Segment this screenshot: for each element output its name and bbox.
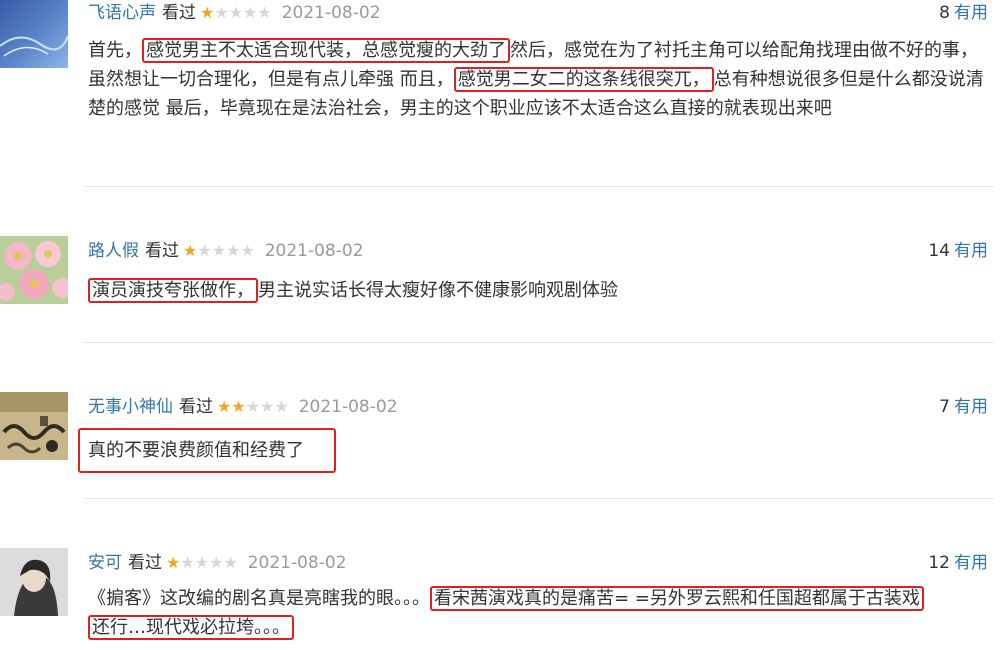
star-icon: ★ [226, 241, 241, 260]
watch-status: 看过 [162, 3, 196, 23]
review-meta: 飞语心声 看过 ★ ★ ★ ★ ★ 2021-08-02 [88, 0, 381, 26]
rating-stars: ★ ★ ★ ★ ★ [183, 238, 255, 264]
username-link[interactable]: 无事小神仙 [88, 394, 173, 420]
star-icon: ★ [194, 553, 210, 572]
star-icon: ★ [245, 397, 261, 416]
highlighted-text: 真的不要浪费颜值和经费了 [78, 428, 336, 473]
star-icon: ★ [183, 241, 198, 260]
star-icon: ★ [180, 553, 195, 572]
username-link[interactable]: 飞语心声 [88, 0, 156, 26]
avatar-image [0, 392, 68, 460]
useful-vote: 14 有用 [928, 238, 988, 264]
star-icon: ★ [240, 241, 255, 260]
rating-stars: ★ ★ ★ ★ ★ [166, 550, 238, 576]
divider [84, 342, 994, 343]
useful-count: 14 [928, 241, 950, 261]
highlighted-text: 还行…现代戏必拉垮。。。 [88, 615, 294, 640]
review-text-part: 首先， [88, 40, 142, 61]
star-icon: ★ [243, 3, 258, 22]
useful-vote: 8 有用 [939, 0, 988, 26]
useful-count: 7 [939, 397, 950, 417]
useful-vote: 7 有用 [939, 394, 988, 420]
highlighted-text: 感觉男主不太适合现代装，总感觉瘦的大劲了 [142, 38, 510, 63]
review-meta: 路人假 看过 ★ ★ ★ ★ ★ 2021-08-02 [88, 238, 364, 264]
avatar[interactable] [0, 548, 68, 616]
avatar[interactable] [0, 392, 68, 460]
star-icon: ★ [260, 397, 275, 416]
useful-button[interactable]: 有用 [954, 397, 988, 417]
rating-stars: ★ ★ ★ ★ ★ [200, 0, 272, 26]
username-link[interactable]: 安可 [88, 550, 122, 576]
review-date: 2021-08-02 [264, 241, 364, 261]
review-meta: 安可 看过 ★ ★ ★ ★ ★ 2021-08-02 [88, 550, 347, 576]
review-text-part: 男主说实话长得太瘦好像不健康影响观剧体验 [258, 280, 618, 301]
review-text: 首先， 感觉男主不太适合现代装，总感觉瘦的大劲了 然后，感觉在为了衬托主角可以给配角… [88, 36, 988, 123]
highlighted-text: 感觉男二女二的这条线很突兀， [453, 67, 714, 92]
watch-status: 看过 [128, 553, 162, 573]
rating-stars: ★ ★ ★ ★ ★ [217, 394, 289, 420]
review-text: 演员演技夸张做作， 男主说实话长得太瘦好像不健康影响观剧体验 [88, 276, 988, 305]
star-icon: ★ [231, 397, 246, 416]
star-icon: ★ [214, 3, 229, 22]
star-icon: ★ [274, 397, 289, 416]
review-date: 2021-08-02 [298, 397, 398, 417]
avatar-image [0, 548, 68, 616]
divider [84, 498, 994, 499]
divider [84, 186, 994, 187]
useful-count: 12 [928, 553, 950, 573]
star-icon: ★ [209, 553, 224, 572]
highlighted-text: 演员演技夸张做作， [88, 278, 258, 303]
review-text-part: 《掮客》这改编的剧名真是亮瞎我的眼。。。 [88, 588, 430, 609]
star-icon: ★ [197, 241, 212, 260]
useful-count: 8 [939, 3, 950, 23]
review-text: 真的不要浪费颜值和经费了 [78, 428, 988, 473]
useful-button[interactable]: 有用 [954, 241, 988, 261]
star-icon: ★ [223, 553, 238, 572]
useful-vote: 12 有用 [928, 550, 988, 576]
useful-button[interactable]: 有用 [954, 553, 988, 573]
review-text: 《掮客》这改编的剧名真是亮瞎我的眼。。。 看宋茜演戏真的是痛苦= =另外罗云熙和任… [88, 584, 988, 642]
star-icon: ★ [166, 553, 181, 572]
review-date: 2021-08-02 [247, 553, 347, 573]
watch-status: 看过 [145, 241, 179, 261]
star-icon: ★ [228, 3, 244, 22]
star-icon: ★ [257, 3, 272, 22]
review-date: 2021-08-02 [281, 3, 381, 23]
star-icon: ★ [211, 241, 227, 260]
useful-button[interactable]: 有用 [954, 3, 988, 23]
username-link[interactable]: 路人假 [88, 238, 139, 264]
star-icon: ★ [200, 3, 215, 22]
highlighted-text: 看宋茜演戏真的是痛苦= =另外罗云熙和任国超都属于古装戏 [430, 586, 924, 611]
avatar[interactable] [0, 0, 68, 68]
avatar-image [0, 0, 68, 68]
review-meta: 无事小神仙 看过 ★ ★ ★ ★ ★ 2021-08-02 [88, 394, 398, 420]
star-icon: ★ [217, 397, 232, 416]
avatar[interactable] [0, 236, 68, 304]
watch-status: 看过 [179, 397, 213, 417]
avatar-image [0, 236, 68, 304]
